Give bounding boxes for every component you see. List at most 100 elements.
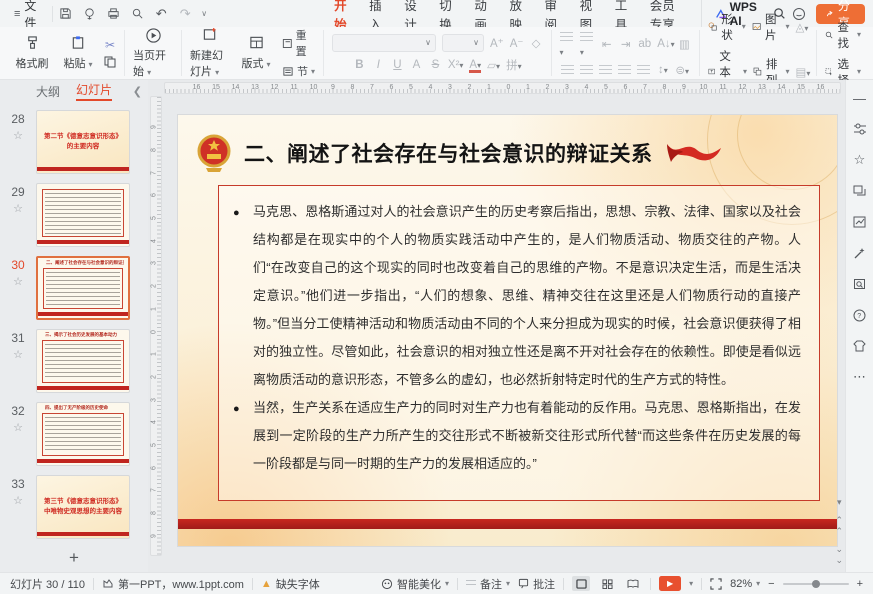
vertical-text-icon[interactable]: A↓▾ [657,38,672,50]
text-direction-icon[interactable]: ab [638,38,651,50]
cut-icon[interactable]: ✂ [105,38,115,52]
save-icon[interactable] [57,6,73,22]
slide-thumbnail-29[interactable]: 29☆ [0,183,148,247]
bold-button[interactable]: B [353,59,366,71]
reading-view-button[interactable] [624,576,642,591]
previous-slide-icon[interactable]: ⌃⌃ [835,515,843,537]
distribute-icon[interactable] [637,65,650,74]
star-icon[interactable]: ☆ [13,129,23,142]
paste-button[interactable]: 粘贴 ▾ [58,35,98,71]
fit-to-window-icon[interactable] [710,578,722,590]
layout-button[interactable]: 版式 ▾ [236,35,276,71]
slide-title[interactable]: 二、阐述了社会存在与社会意识的辩证关系 [244,138,653,168]
underline-button[interactable]: U [391,59,404,71]
media-icon[interactable]: ◬▾ [795,20,808,34]
copy-icon[interactable] [104,56,116,68]
decrease-font-icon[interactable]: A⁻ [510,36,524,50]
copy-slides-icon[interactable] [852,183,868,199]
slide-number: 32 [11,404,24,418]
template-source[interactable]: 第一PPT，www.1ppt.com [102,576,244,592]
increase-font-icon[interactable]: A⁺ [490,36,504,50]
char-spacing-button[interactable]: A [410,59,423,71]
align-justify-icon[interactable] [618,65,631,74]
slide-thumbnail-31[interactable]: 31☆ 三、揭示了社会历史发展的基本动力 [0,329,148,393]
vertical-ruler[interactable]: 9876543210123456789 [150,96,162,556]
phonetic-button[interactable]: 拼▾ [506,57,522,73]
align-left-icon[interactable] [561,65,574,74]
edit-chart-icon[interactable] [852,214,868,230]
slide-sorter-view-button[interactable] [598,576,616,591]
missing-font-warning[interactable]: ▲ 缺失字体 [261,576,320,592]
find-button[interactable]: 查找▾ [825,19,861,51]
zoom-slider[interactable] [783,583,849,585]
font-name-select[interactable]: ∨ [332,34,436,52]
star-icon[interactable]: ☆ [13,275,23,288]
start-from-current-button[interactable]: 当页开始 ▾ [133,27,173,79]
superscript-button[interactable]: X²▾ [448,59,464,71]
star-icon[interactable]: ☆ [13,348,23,361]
new-slide-button[interactable]: 新建幻灯片 ▾ [190,27,230,79]
add-slide-button[interactable]: + [0,548,148,568]
slide-master-icon[interactable]: ▤▾ [795,65,808,79]
skin-theme-icon[interactable] [852,338,868,354]
star-icon[interactable]: ☆ [13,494,23,507]
properties-sliders-icon[interactable] [852,121,868,137]
normal-view-button[interactable] [572,576,590,591]
redo-icon[interactable]: ↷ [177,6,193,22]
slide-thumbnail-30[interactable]: 30☆ 二、阐述了社会存在与社会意识的辩证关系 [0,256,148,320]
comment-button[interactable]: 批注 [518,576,555,592]
horizontal-ruler[interactable]: 1615141312111098765432101234567891011121… [164,82,841,94]
tab-outline[interactable]: 大纲 [36,83,60,100]
slide-thumbnail-33[interactable]: 33☆ 第三节《德意志意识形态》中唯物史观思想的主要内容 [0,475,148,539]
section-button[interactable]: 节 ▾ [282,63,315,79]
picture-button[interactable]: 图片▾ [752,11,790,43]
favorites-star-icon[interactable]: ☆ [852,152,868,168]
bullet-list-icon[interactable]: ▾ [560,30,574,58]
export-pdf-icon[interactable] [81,6,97,22]
undo-icon[interactable]: ↶ [153,6,169,22]
font-color-button[interactable]: A▾ [469,59,481,71]
tab-slides[interactable]: 幻灯片 [76,81,112,101]
slide-thumbnail-28[interactable]: 28☆ 第二节《德意志意识形态》的主要内容 [0,110,148,174]
zoom-level[interactable]: 82%▾ [730,578,760,590]
collapse-panel-icon[interactable]: ❮ [133,85,142,98]
zoom-out-button[interactable]: − [768,578,774,590]
smart-beautify-button[interactable]: 智能美化▾ [381,576,449,592]
clear-format-icon[interactable]: ◇ [530,36,543,50]
highlight-button[interactable]: ▱▾ [487,58,500,72]
italic-button[interactable]: I [372,59,385,71]
slide-canvas[interactable]: 二、阐述了社会存在与社会意识的辩证关系 ● 马克思、恩格斯通过对人的社会意识产生… [178,115,837,546]
quick-access-more-icon[interactable]: ∨ [201,9,207,18]
slide-content-box[interactable]: ● 马克思、恩格斯通过对人的社会意识产生的历史考察后指出，思想、宗教、法律、国家… [218,185,820,501]
shapes-button[interactable]: 形状▾ [708,11,746,43]
font-size-select[interactable]: ∨ [442,34,484,52]
collapse-sidebar-icon[interactable]: — [852,90,868,106]
decrease-indent-icon[interactable]: ⇤ [600,37,613,51]
ai-magic-wand-icon[interactable] [852,245,868,261]
increase-indent-icon[interactable]: ⇥ [619,37,632,51]
columns-icon[interactable]: ▥ [678,37,691,51]
slide-thumbnail-32[interactable]: 32☆ 四、提出了无产阶级的历史使命 [0,402,148,466]
format-painter-button[interactable]: 格式刷 [12,35,52,71]
align-right-icon[interactable] [599,65,612,74]
more-ellipsis-icon[interactable]: ⋯ [852,369,868,385]
zoom-slider-thumb[interactable] [812,580,820,588]
slideshow-play-button[interactable]: ▶ [659,576,681,591]
zoom-in-button[interactable]: + [857,578,863,590]
reset-button[interactable]: 重置 [282,27,315,59]
scroll-down-icon[interactable]: ▾ [837,497,842,508]
line-spacing-icon[interactable]: ↕▾ [656,64,669,76]
next-slide-icon[interactable]: ⌄⌄ [835,544,843,566]
align-center-icon[interactable] [580,65,593,74]
strikethrough-button[interactable]: S [429,59,442,71]
numbered-list-icon[interactable]: ▾ [580,30,594,58]
print-preview-icon[interactable] [129,6,145,22]
print-icon[interactable] [105,6,121,22]
notes-button[interactable]: 备注▾ [466,576,510,592]
align-objects-icon[interactable]: ⊜▾ [675,63,689,77]
star-icon[interactable]: ☆ [13,421,23,434]
help-icon[interactable]: ? [852,307,868,323]
play-options-icon[interactable]: ▾ [689,579,693,588]
resource-library-icon[interactable] [852,276,868,292]
star-icon[interactable]: ☆ [13,202,23,215]
